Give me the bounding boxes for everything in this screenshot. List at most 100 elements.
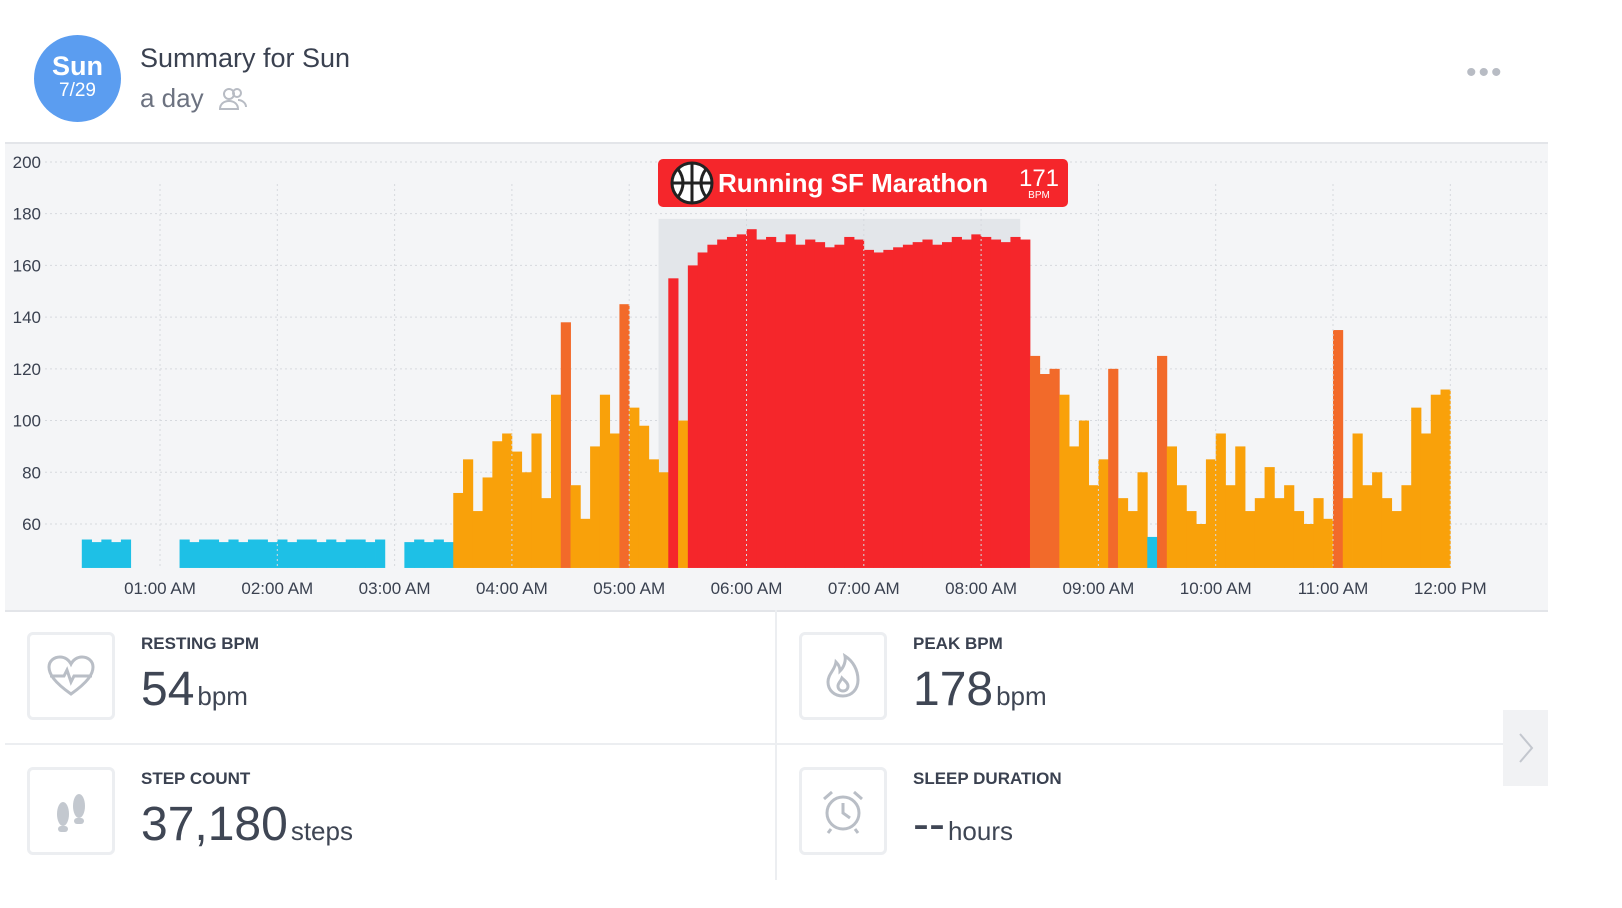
hr-bar bbox=[1411, 407, 1422, 568]
hr-bar bbox=[883, 249, 894, 568]
hr-bar bbox=[1127, 511, 1138, 568]
x-tick-label: 07:00 AM bbox=[828, 579, 900, 598]
hr-bar bbox=[1372, 472, 1383, 568]
hr-bar bbox=[1333, 330, 1344, 568]
hr-bar bbox=[1059, 394, 1070, 568]
hr-bar bbox=[678, 420, 689, 568]
hr-bar bbox=[1420, 433, 1432, 568]
hr-bar bbox=[951, 236, 962, 568]
hr-bar bbox=[775, 242, 786, 568]
avatar-day: Sun bbox=[52, 51, 103, 81]
stat-number: 37,180 bbox=[141, 798, 288, 851]
heart-pulse-icon bbox=[27, 632, 115, 720]
hr-bar bbox=[365, 542, 376, 568]
hr-bar bbox=[423, 542, 435, 568]
hr-bar bbox=[482, 477, 493, 568]
stats-grid: RESTING BPM 54 bpm PEAK BPM 178 bpm STEP C… bbox=[5, 610, 1548, 880]
hr-bar bbox=[834, 244, 845, 568]
stat-value: 54 bpm bbox=[141, 662, 248, 717]
hr-bar bbox=[326, 539, 337, 568]
hr-bar bbox=[981, 236, 992, 568]
hr-bar bbox=[502, 433, 513, 568]
hr-bar bbox=[707, 244, 718, 568]
hr-bar bbox=[1029, 355, 1041, 568]
hr-bar bbox=[375, 539, 386, 568]
hr-bar bbox=[453, 492, 464, 568]
event-title: Running SF Marathon bbox=[718, 168, 988, 198]
hr-bar bbox=[1078, 420, 1090, 568]
hr-bar bbox=[316, 542, 327, 568]
stat-number: 178 bbox=[913, 663, 994, 716]
alarm-clock-icon bbox=[799, 767, 887, 855]
hr-bar bbox=[1235, 446, 1246, 568]
hr-bar bbox=[238, 542, 249, 568]
flame-icon bbox=[799, 632, 887, 720]
hr-bar bbox=[1039, 374, 1050, 568]
hr-bar bbox=[1088, 485, 1099, 568]
event-bpm-unit: BPM bbox=[1028, 190, 1050, 201]
stat-value: -- hours bbox=[913, 797, 1013, 852]
hr-bar bbox=[736, 234, 747, 568]
hr-bar bbox=[287, 542, 298, 568]
hr-bar bbox=[91, 542, 102, 568]
hr-bar bbox=[854, 239, 865, 568]
stat-unit: bpm bbox=[197, 681, 248, 711]
hr-bar bbox=[306, 539, 317, 568]
hr-bar bbox=[1274, 498, 1285, 568]
stat-sleep-duration: SLEEP DURATION -- hours bbox=[777, 745, 1547, 878]
hr-bar bbox=[1245, 511, 1256, 568]
y-tick-label: 180 bbox=[13, 205, 41, 224]
y-tick-label: 160 bbox=[13, 256, 41, 275]
hr-bar bbox=[1069, 446, 1080, 568]
stat-unit: steps bbox=[290, 816, 353, 846]
hr-bar bbox=[668, 278, 679, 568]
hr-bar bbox=[267, 542, 278, 568]
hr-bar bbox=[1225, 485, 1236, 568]
hr-bar bbox=[511, 451, 523, 568]
x-tick-label: 08:00 AM bbox=[945, 579, 1017, 598]
x-tick-label: 09:00 AM bbox=[1062, 579, 1134, 598]
hr-bar bbox=[355, 539, 366, 568]
hr-bar bbox=[805, 239, 816, 568]
hr-bar bbox=[1098, 459, 1109, 568]
hr-bar bbox=[1186, 511, 1197, 568]
hr-bar bbox=[619, 304, 630, 568]
hr-bar bbox=[1205, 459, 1217, 568]
hr-bar bbox=[1020, 239, 1031, 568]
hr-bar bbox=[1157, 355, 1168, 568]
basketball-icon-lines bbox=[672, 163, 712, 203]
hr-bar bbox=[101, 539, 112, 568]
y-tick-label: 200 bbox=[13, 153, 41, 172]
stat-resting-bpm: RESTING BPM 54 bpm bbox=[5, 610, 775, 743]
stat-label: SLEEP DURATION bbox=[913, 769, 1062, 788]
people-icon[interactable] bbox=[218, 86, 248, 112]
hr-bar bbox=[1117, 498, 1129, 568]
hr-bar bbox=[111, 542, 122, 568]
hr-bar bbox=[463, 459, 474, 568]
hr-bar bbox=[717, 239, 728, 568]
hr-bar bbox=[990, 239, 1002, 568]
hr-bar bbox=[961, 239, 972, 568]
stat-value: 37,180 steps bbox=[141, 797, 353, 852]
hr-bar bbox=[404, 542, 415, 568]
hr-bar bbox=[1108, 368, 1119, 568]
hr-bar bbox=[257, 539, 268, 568]
hr-bar bbox=[541, 498, 552, 568]
next-button[interactable] bbox=[1503, 710, 1548, 786]
y-tick-label: 120 bbox=[13, 360, 41, 379]
y-tick-label: 80 bbox=[22, 463, 41, 482]
stat-label: PEAK BPM bbox=[913, 634, 1003, 653]
more-options-button[interactable]: ••• bbox=[1466, 56, 1504, 90]
hr-bar bbox=[893, 247, 904, 568]
hr-bar bbox=[1010, 236, 1021, 568]
hr-bar bbox=[638, 425, 650, 568]
hr-bar bbox=[120, 539, 132, 568]
hr-bar bbox=[580, 518, 591, 568]
hr-bar bbox=[1049, 368, 1060, 568]
y-tick-label: 140 bbox=[13, 308, 41, 327]
hr-bar bbox=[629, 407, 640, 568]
hr-bar bbox=[844, 236, 855, 568]
hr-bar bbox=[1381, 498, 1393, 568]
hr-bar bbox=[560, 322, 571, 568]
stat-unit: bpm bbox=[996, 681, 1047, 711]
